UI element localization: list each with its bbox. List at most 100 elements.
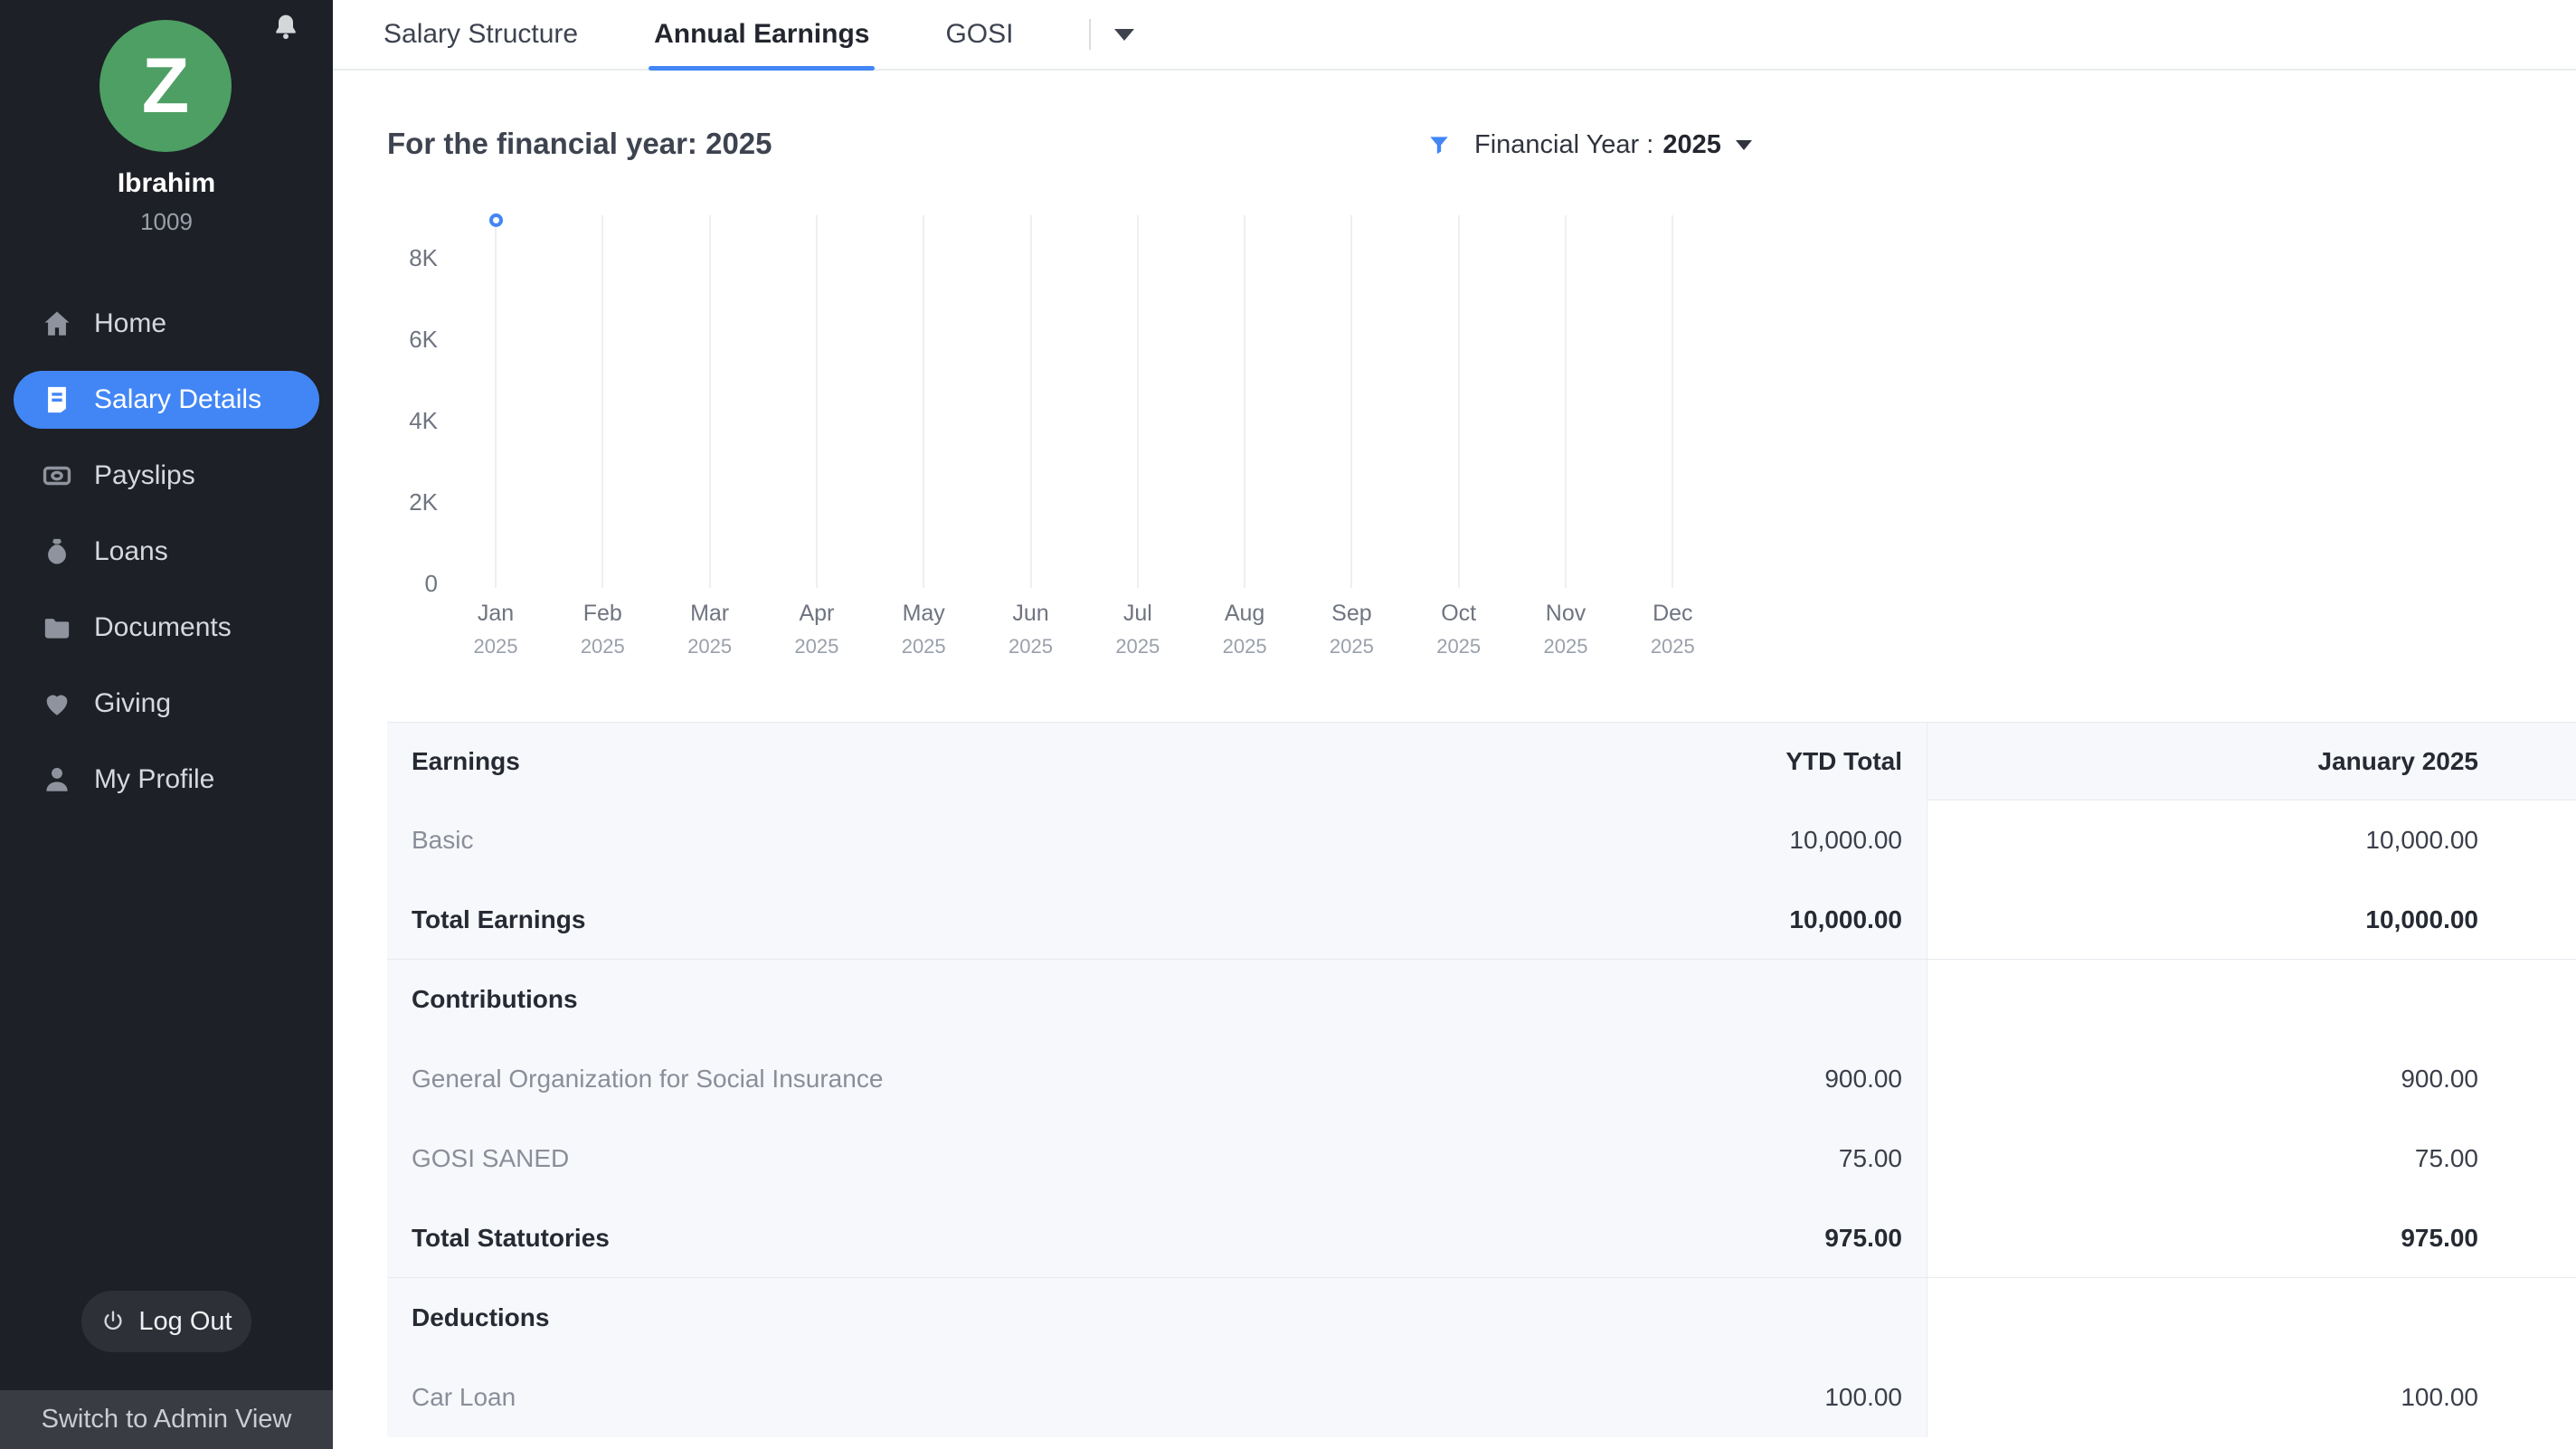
row-label: Total Statutories [387,1224,1563,1253]
table-row-contributions: Contributions [387,960,2576,1039]
earnings-table: EarningsYTD TotalJanuary 2025Basic10,000… [387,722,2576,1437]
tab-gosi[interactable]: GOSI [945,0,1013,69]
sidebar-item-salary-details: Salary Details [0,362,333,438]
x-axis-year: 2025 [1609,635,1736,658]
sidebar-item-label: Documents [94,612,232,643]
vertical-gridline [1030,215,1032,588]
column-header-january-2025: January 2025 [1902,747,2478,776]
filter-label: Financial Year : [1474,130,1653,160]
row-label: GOSI SANED [387,1144,1563,1173]
month-value: 900.00 [1902,1065,2478,1094]
table-row-total-earnings: Total Earnings10,000.0010,000.00 [387,880,2576,960]
sidebar-item-home: Home [0,286,333,362]
power-icon [100,1309,126,1334]
page-title: For the financial year: 2025 [387,127,772,161]
x-axis-month: Dec [1609,601,1736,627]
row-label: Contributions [387,985,1563,1014]
y-axis-tick-label: 6K [333,327,438,351]
month-value: 975.00 [1902,1224,2478,1253]
y-axis-tick-label: 2K [333,490,438,514]
main-content: Salary Structure Annual Earnings GOSI For … [333,0,2576,1449]
user-name: Ibrahim [0,168,333,199]
ytd-total-value: 10,000.00 [1563,905,1902,934]
financial-year-filter[interactable]: Financial Year : 2025 [1427,125,1752,165]
user-employee-id: 1009 [0,208,333,236]
salary-details-icon [42,384,72,415]
vertical-gridline [709,215,711,588]
month-value: 10,000.00 [1902,905,2478,934]
y-axis-tick-label: 0 [333,572,438,595]
sidebar-item-my-profile: My Profile [0,742,333,818]
vertical-gridline [495,215,497,588]
sidebar-item-documents: Documents [0,590,333,666]
row-label: Deductions [387,1303,1563,1332]
log-out-label: Log Out [138,1307,232,1337]
vertical-gridline [1137,215,1139,588]
sidebar-item-label: Home [94,308,166,339]
payslips-icon [42,460,72,491]
vertical-gridline [923,215,924,588]
table-row-general-organization-for-social-insurance: General Organization for Social Insuranc… [387,1039,2576,1119]
sidebar-nav: Home Salary Details Payslips Loans Documents… [0,286,333,818]
tab-divider [1089,19,1091,50]
sidebar-item-salary-details-target[interactable]: Salary Details [14,371,319,429]
y-axis-tick-label: 4K [333,409,438,432]
ytd-total-value: 900.00 [1563,1065,1902,1094]
data-point-jan-2025[interactable] [489,213,503,227]
switch-to-admin-view-button[interactable]: Switch to Admin View [0,1390,333,1449]
sidebar-item-loans-target[interactable]: Loans [0,514,333,590]
sidebar-item-label: Loans [94,536,168,567]
annual-earnings-chart: 02K4K6K8KJan2025Feb2025Mar2025Apr2025May… [333,199,2124,669]
sidebar-item-label: Payslips [94,460,195,491]
sidebar-item-my-profile-target[interactable]: My Profile [0,742,333,818]
vertical-gridline [1458,215,1460,588]
vertical-gridline [601,215,603,588]
month-value: 10,000.00 [1902,826,2478,855]
loans-icon [42,536,72,567]
tab-annual-earnings[interactable]: Annual Earnings [654,0,869,69]
sidebar-item-payslips: Payslips [0,438,333,514]
chevron-down-icon [1736,140,1752,150]
ytd-total-value: 975.00 [1563,1224,1902,1253]
sidebar-item-giving: Giving [0,666,333,742]
sidebar-item-giving-target[interactable]: Giving [0,666,333,742]
vertical-gridline [1350,215,1352,588]
tab-salary-structure[interactable]: Salary Structure [384,0,578,69]
row-label: General Organization for Social Insuranc… [387,1065,1563,1094]
tab-bar: Salary Structure Annual Earnings GOSI [333,0,2576,71]
vertical-gridline [816,215,818,588]
row-label: Car Loan [387,1383,1563,1412]
sidebar-item-payslips-target[interactable]: Payslips [0,438,333,514]
table-row-deductions: Deductions [387,1278,2576,1358]
profile-icon [42,764,72,795]
ytd-total-value: 10,000.00 [1563,826,1902,855]
avatar: Z [99,20,232,152]
x-axis-tick-label: Dec 2025 [1609,601,1736,658]
sidebar-item-home-target[interactable]: Home [0,286,333,362]
table-row-gosi-saned: GOSI SANED75.0075.00 [387,1119,2576,1198]
vertical-gridline [1565,215,1567,588]
filter-funnel-icon [1427,133,1451,156]
table-row-basic: Basic10,000.0010,000.00 [387,800,2576,880]
vertical-gridline [1672,215,1673,588]
tab-overflow-caret-icon[interactable] [1114,29,1134,41]
sidebar-item-label: Giving [94,688,171,719]
vertical-gridline [1244,215,1245,588]
column-header-ytd-total: YTD Total [1563,747,1902,776]
log-out-button[interactable]: Log Out [81,1291,251,1352]
sidebar-item-label: Salary Details [94,384,261,415]
month-value: 75.00 [1902,1144,2478,1173]
giving-icon [42,688,72,719]
row-label: Total Earnings [387,905,1563,934]
y-axis-tick-label: 8K [333,246,438,270]
table-header-row: EarningsYTD TotalJanuary 2025 [387,723,2576,800]
ytd-total-value: 100.00 [1563,1383,1902,1412]
documents-icon [42,612,72,643]
filter-value: 2025 [1662,130,1721,160]
table-row-car-loan: Car Loan100.00100.00 [387,1358,2576,1437]
table-rows: EarningsYTD TotalJanuary 2025Basic10,000… [387,723,2576,1437]
notifications-bell-icon[interactable] [271,13,300,42]
table-row-total-statutories: Total Statutories975.00975.00 [387,1198,2576,1278]
sidebar-item-loans: Loans [0,514,333,590]
sidebar-item-documents-target[interactable]: Documents [0,590,333,666]
